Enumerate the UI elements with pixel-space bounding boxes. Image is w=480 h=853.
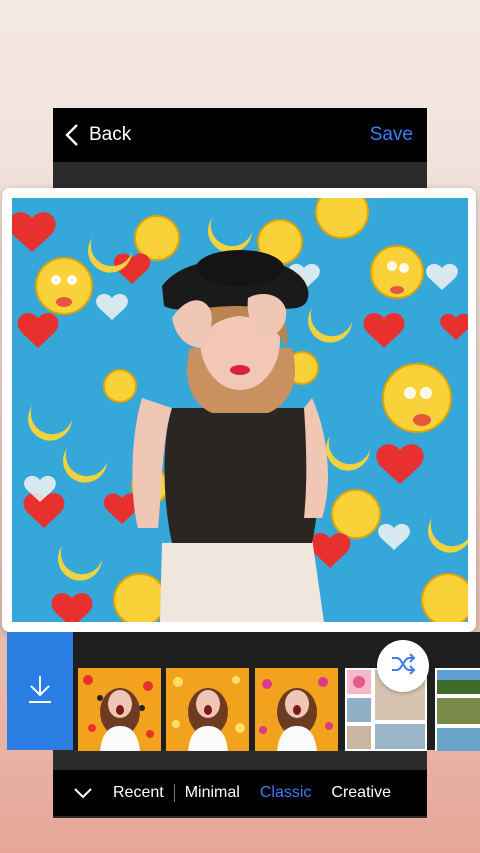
tab-divider — [173, 784, 175, 802]
tab-classic[interactable]: Classic — [260, 784, 312, 802]
template-thumbnail[interactable] — [166, 668, 249, 751]
template-thumbnail[interactable] — [78, 668, 161, 751]
category-tabs: Recent Minimal Classic Creative — [53, 770, 427, 816]
template-thumbnail[interactable] — [255, 668, 338, 751]
back-button[interactable]: Back — [65, 120, 131, 150]
photo-frame — [2, 188, 476, 632]
shuffle-icon — [390, 652, 416, 680]
chevron-down-icon[interactable] — [53, 787, 113, 799]
back-label: Back — [89, 124, 132, 145]
chevron-left-icon — [65, 123, 79, 147]
save-button[interactable]: Save — [370, 124, 413, 146]
tab-creative[interactable]: Creative — [331, 784, 391, 802]
edited-photo[interactable] — [12, 198, 468, 622]
tab-recent[interactable]: Recent — [113, 784, 164, 802]
top-bar: Back Save — [53, 108, 427, 162]
download-icon — [26, 674, 54, 709]
tab-minimal[interactable]: Minimal — [185, 784, 240, 802]
shuffle-button[interactable] — [377, 640, 429, 692]
template-thumbnail[interactable] — [435, 668, 480, 751]
download-button[interactable] — [7, 632, 73, 750]
